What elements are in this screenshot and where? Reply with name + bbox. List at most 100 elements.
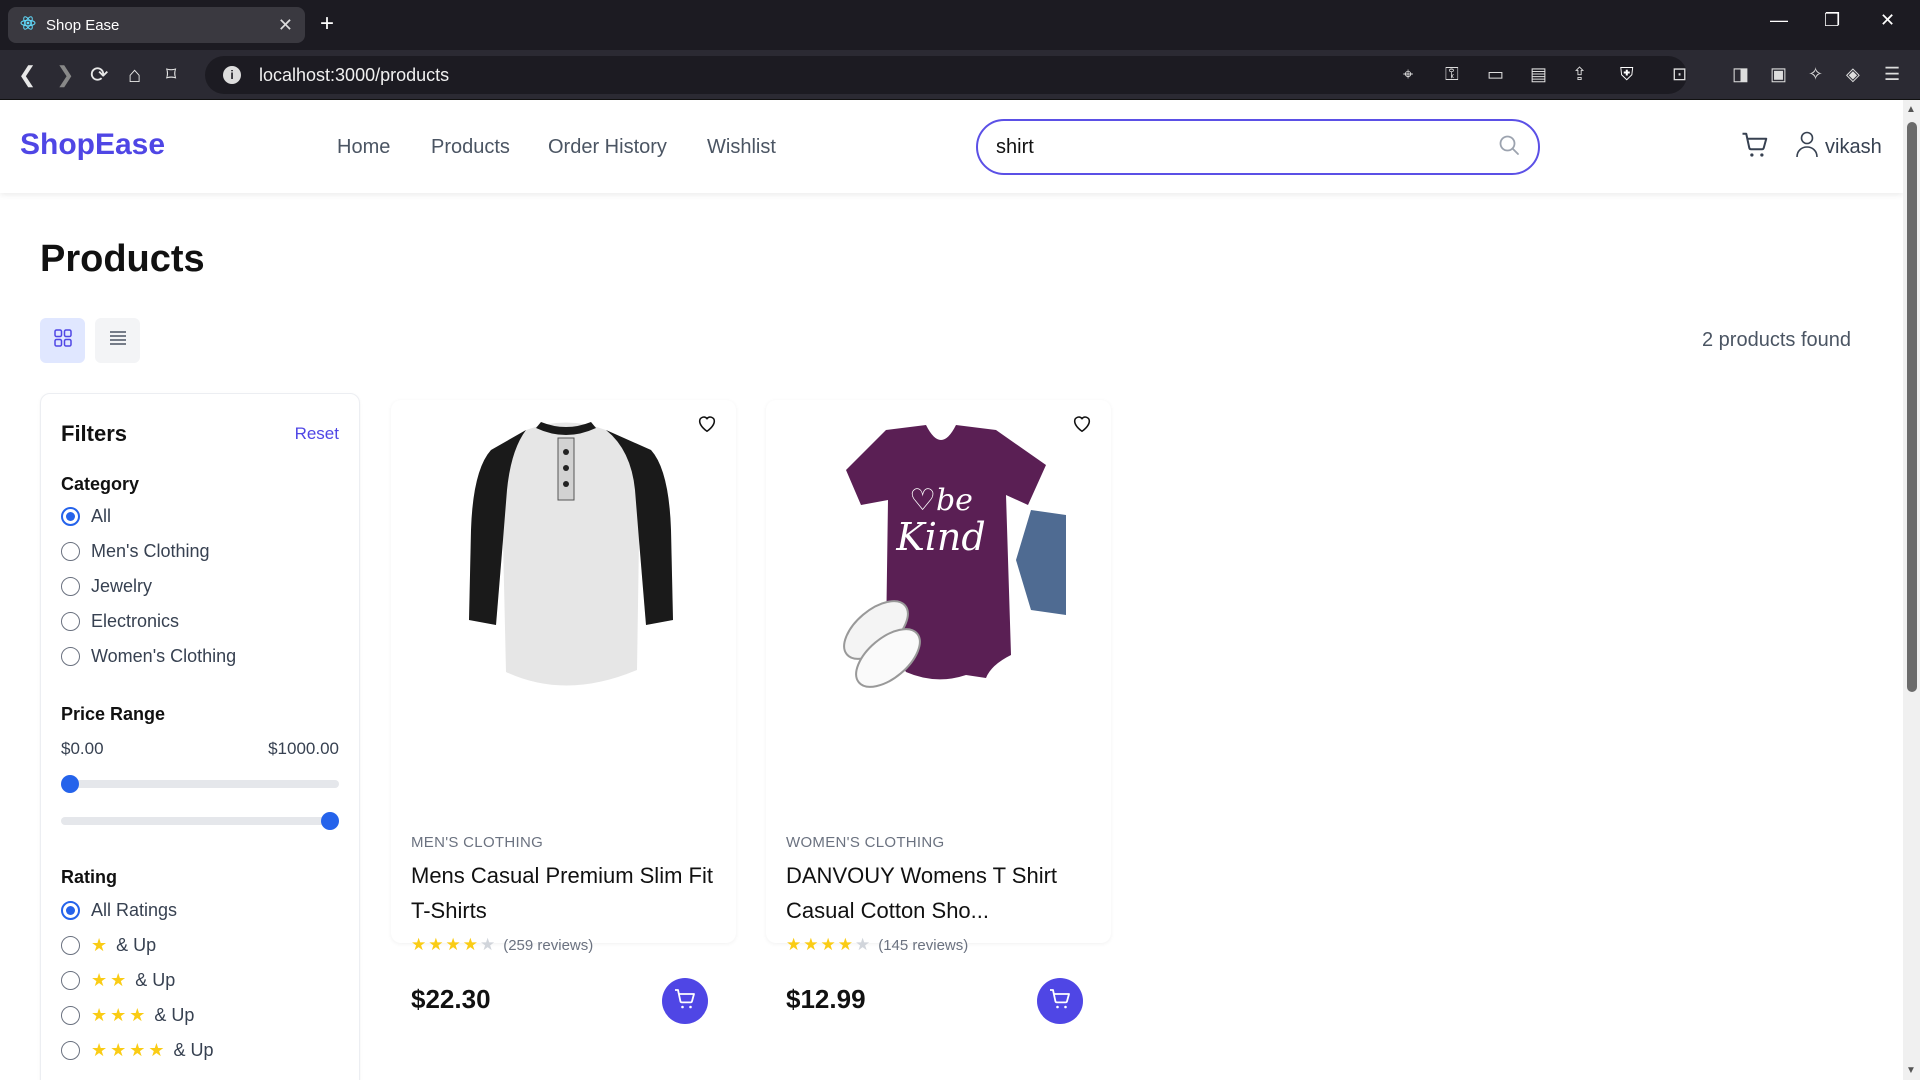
svg-text:Kind: Kind bbox=[895, 515, 985, 559]
star-icon: ★ bbox=[91, 935, 111, 955]
rating-label: & Up bbox=[173, 1040, 214, 1060]
wishlist-heart-icon[interactable] bbox=[696, 412, 718, 439]
radio[interactable] bbox=[61, 577, 80, 596]
product-title[interactable]: Mens Casual Premium Slim Fit T-Shirts bbox=[411, 858, 716, 928]
location-icon[interactable]: ⌖ bbox=[1403, 64, 1413, 85]
category-womens-clothing[interactable]: Women's Clothing bbox=[61, 646, 236, 667]
product-card[interactable]: MEN'S CLOTHING Mens Casual Premium Slim … bbox=[391, 400, 736, 1024]
share-icon[interactable]: ⇪ bbox=[1572, 64, 1587, 85]
address-bar[interactable]: i localhost:3000/products bbox=[205, 56, 1687, 94]
category-all[interactable]: All bbox=[61, 506, 111, 527]
radio[interactable] bbox=[61, 971, 80, 990]
add-to-cart-button[interactable] bbox=[1037, 978, 1083, 1024]
cart-icon[interactable] bbox=[1740, 130, 1770, 165]
slider-thumb[interactable] bbox=[61, 775, 79, 793]
price-min-slider[interactable] bbox=[61, 775, 339, 793]
scroll-down-icon[interactable]: ▼ bbox=[1906, 1065, 1916, 1076]
category-label: Electronics bbox=[91, 611, 180, 631]
reset-button[interactable]: Reset bbox=[295, 424, 339, 444]
price-max: $1000.00 bbox=[268, 739, 339, 758]
list-icon bbox=[108, 328, 128, 353]
sidebar-icon[interactable]: ◨ bbox=[1732, 64, 1749, 85]
search-icon[interactable] bbox=[1498, 134, 1520, 161]
category-label: Jewelry bbox=[91, 576, 153, 596]
radio[interactable] bbox=[61, 542, 80, 561]
review-count: (259 reviews) bbox=[503, 936, 594, 954]
radio[interactable] bbox=[61, 1041, 80, 1060]
radio[interactable] bbox=[61, 936, 80, 955]
user-menu[interactable]: vikash bbox=[1795, 130, 1882, 164]
wishlist-heart-icon[interactable] bbox=[1071, 412, 1093, 439]
browser-tab[interactable]: Shop Ease ✕ bbox=[8, 7, 305, 43]
reload-icon[interactable]: ⟳ bbox=[90, 62, 108, 88]
category-label: All bbox=[91, 506, 112, 526]
scrollbar-thumb[interactable] bbox=[1907, 122, 1917, 692]
ai-icon[interactable]: ✧ bbox=[1808, 64, 1823, 85]
page-scrollbar[interactable]: ▲ ▼ bbox=[1903, 100, 1920, 1080]
cart-icon bbox=[1048, 987, 1072, 1016]
nav-products[interactable]: Products bbox=[431, 136, 510, 159]
tab-title: Shop Ease bbox=[46, 16, 120, 34]
radio[interactable] bbox=[61, 507, 80, 526]
bookmark-icon[interactable]: ⌑ bbox=[166, 62, 176, 87]
star-icon: ★★★★ bbox=[91, 1040, 168, 1060]
nav-order-history[interactable]: Order History bbox=[548, 136, 667, 159]
product-category: WOMEN'S CLOTHING bbox=[786, 834, 945, 851]
back-icon[interactable]: ❮ bbox=[18, 62, 36, 88]
rating-label: & Up bbox=[135, 970, 176, 990]
product-category: MEN'S CLOTHING bbox=[411, 834, 544, 851]
nav-wishlist[interactable]: Wishlist bbox=[707, 136, 776, 159]
product-price: $12.99 bbox=[786, 984, 866, 1014]
site-info-icon[interactable]: i bbox=[223, 66, 241, 84]
radio[interactable] bbox=[61, 647, 80, 666]
filters-panel: Filters Reset Category All Men's Clothin… bbox=[40, 393, 360, 1080]
product-card[interactable]: ♡be Kind WOMEN'S CLOTHING DANVOUY Womens… bbox=[766, 400, 1111, 1024]
logo[interactable]: ShopEase bbox=[20, 128, 165, 162]
grid-view-button[interactable] bbox=[40, 318, 85, 363]
home-icon[interactable]: ⌂ bbox=[128, 62, 141, 88]
rating-all[interactable]: All Ratings bbox=[61, 900, 177, 921]
rating-1-up[interactable]: ★ & Up bbox=[61, 935, 156, 956]
vpn-icon[interactable]: ◈ bbox=[1846, 64, 1860, 85]
close-window-icon[interactable]: ✕ bbox=[1880, 10, 1895, 31]
price-max-slider[interactable] bbox=[61, 812, 339, 830]
rating-2-up[interactable]: ★★ & Up bbox=[61, 970, 175, 991]
nav-home[interactable]: Home bbox=[337, 136, 390, 159]
new-tab-icon[interactable]: + bbox=[320, 10, 334, 38]
close-tab-icon[interactable]: ✕ bbox=[278, 15, 293, 36]
slider-thumb[interactable] bbox=[321, 812, 339, 830]
list-view-button[interactable] bbox=[95, 318, 140, 363]
rating-label: All Ratings bbox=[91, 900, 178, 920]
add-to-cart-button[interactable] bbox=[662, 978, 708, 1024]
wallet-icon[interactable]: ▣ bbox=[1770, 64, 1787, 85]
category-jewelry[interactable]: Jewelry bbox=[61, 576, 152, 597]
radio[interactable] bbox=[61, 612, 80, 631]
forward-icon[interactable]: ❯ bbox=[56, 62, 74, 88]
minimize-icon[interactable]: — bbox=[1770, 10, 1788, 31]
key-icon[interactable]: ⚿ bbox=[1445, 64, 1459, 85]
rating-3-up[interactable]: ★★★ & Up bbox=[61, 1005, 194, 1026]
product-image[interactable]: ♡be Kind bbox=[816, 410, 1066, 700]
radio[interactable] bbox=[61, 901, 80, 920]
screenshot-icon[interactable]: ⊡ bbox=[1672, 64, 1687, 85]
search-input[interactable] bbox=[996, 135, 1498, 159]
category-electronics[interactable]: Electronics bbox=[61, 611, 179, 632]
product-title[interactable]: DANVOUY Womens T Shirt Casual Cotton Sho… bbox=[786, 858, 1091, 928]
menu-icon[interactable]: ☰ bbox=[1884, 64, 1900, 85]
cast-icon[interactable]: ▭ bbox=[1487, 64, 1504, 85]
category-mens-clothing[interactable]: Men's Clothing bbox=[61, 541, 210, 562]
grid-icon bbox=[53, 328, 73, 353]
rating-stars-icon: ★★★★★ bbox=[786, 935, 873, 954]
page-viewport: ShopEase Home Products Order History Wis… bbox=[0, 100, 1903, 1080]
card-icon[interactable]: ▤ bbox=[1530, 64, 1547, 85]
product-image[interactable] bbox=[441, 410, 691, 700]
shield-icon[interactable]: ⛨ bbox=[1620, 64, 1634, 85]
radio[interactable] bbox=[61, 1006, 80, 1025]
page-title: Products bbox=[40, 238, 205, 280]
price-range-title: Price Range bbox=[61, 704, 166, 724]
rating-stars-icon: ★★★★★ bbox=[411, 935, 498, 954]
price-labels: $0.00 $1000.00 bbox=[61, 739, 339, 759]
scroll-up-icon[interactable]: ▲ bbox=[1906, 104, 1916, 115]
restore-icon[interactable]: ❐ bbox=[1824, 10, 1840, 31]
rating-4-up[interactable]: ★★★★ & Up bbox=[61, 1040, 214, 1061]
